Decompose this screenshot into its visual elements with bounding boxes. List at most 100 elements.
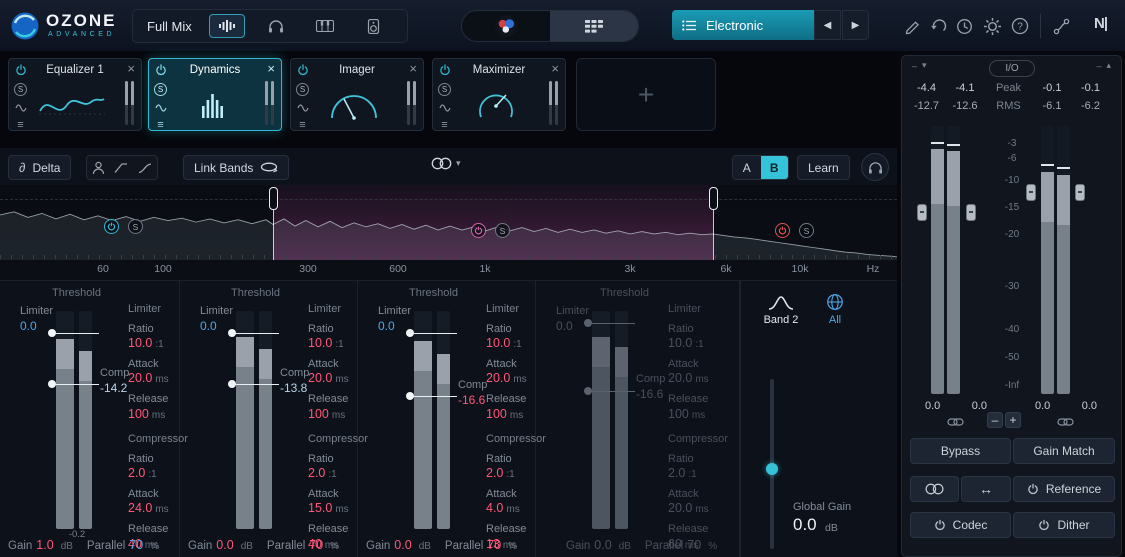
band4-solo-icon[interactable]: S	[799, 223, 814, 238]
ab-compare-b[interactable]: B	[760, 156, 788, 179]
preset-next-button[interactable]: ▶	[842, 10, 869, 40]
band-gain-value[interactable]: 0.0	[394, 538, 411, 552]
compressor-threshold-handle[interactable]	[406, 392, 457, 400]
zoom-in-button[interactable]: +	[1005, 412, 1021, 428]
comp-threshold-value[interactable]: -16.6	[636, 387, 665, 402]
input-link-icon[interactable]	[947, 417, 964, 427]
band-gain-value[interactable]: 0.0	[216, 538, 233, 552]
signal-flow-button[interactable]	[1050, 15, 1072, 37]
compressor-attack-value[interactable]: 24.0 ms	[128, 501, 188, 516]
module-card-equalizer[interactable]: Equalizer 1 × S ≡	[8, 58, 142, 131]
module-close-icon[interactable]: ×	[127, 62, 135, 75]
module-close-icon[interactable]: ×	[551, 62, 559, 75]
output-gain-handle-right[interactable]	[1075, 184, 1085, 201]
channel-swap-button[interactable]: ↔	[961, 476, 1011, 502]
band4-power-icon[interactable]	[775, 223, 790, 238]
history-button[interactable]	[953, 15, 975, 37]
zoom-out-button[interactable]: –	[987, 412, 1003, 428]
module-preset-icon[interactable]: ≡	[299, 120, 305, 131]
io-collapse-left[interactable]: – ▾	[912, 60, 927, 71]
band-select-button[interactable]: Band 2	[755, 293, 807, 326]
module-solo-button[interactable]: S	[438, 83, 451, 96]
io-collapse-right[interactable]: – ▴	[1096, 60, 1111, 71]
all-bands-button[interactable]: All	[815, 293, 855, 326]
preset-prev-button[interactable]: ◀	[814, 10, 841, 40]
output-gain-handle-left[interactable]	[1026, 184, 1036, 201]
dither-button[interactable]: Dither	[1013, 512, 1115, 538]
spectrum-analyzer[interactable]: S S S 60 100 300 600 1k 3k 6k 10k Hz	[0, 185, 897, 280]
compressor-threshold-handle[interactable]	[584, 387, 635, 395]
band-meter[interactable]	[228, 311, 279, 529]
compressor-threshold-handle[interactable]	[228, 380, 279, 388]
global-gain-value[interactable]: 0.0	[793, 515, 817, 535]
comp-threshold-value[interactable]: -13.8	[280, 381, 309, 396]
limiter-release-value[interactable]: 100 ms	[128, 407, 188, 422]
module-close-icon[interactable]: ×	[409, 62, 417, 75]
monitor-reference-button[interactable]	[356, 14, 392, 38]
slope-linear-icon[interactable]	[114, 161, 128, 174]
io-toggle[interactable]: I/O	[989, 60, 1035, 77]
limiter-threshold-handle[interactable]	[406, 329, 457, 337]
output-gain-left[interactable]: 0.0	[1035, 400, 1050, 412]
limiter-ratio-value[interactable]: 10.0:1	[128, 336, 188, 351]
module-preset-icon[interactable]: ≡	[17, 120, 23, 131]
delta-button[interactable]: ∂ Delta	[8, 155, 72, 180]
compressor-attack-value[interactable]: 20.0 ms	[668, 501, 728, 516]
headphones-monitor-button[interactable]	[258, 14, 294, 38]
input-gain-handle-right[interactable]	[966, 204, 976, 221]
input-gain-handle-left[interactable]	[917, 204, 927, 221]
learn-button[interactable]: Learn	[797, 155, 850, 180]
crossover-handle-2[interactable]	[709, 187, 718, 260]
limiter-ratio-value[interactable]: 10.0:1	[668, 336, 728, 351]
compressor-ratio-value[interactable]: 2.0:1	[668, 466, 728, 481]
settings-button[interactable]	[981, 15, 1003, 37]
source-select[interactable]: Full Mix	[147, 19, 192, 34]
module-close-icon[interactable]: ×	[267, 62, 275, 75]
band-meter[interactable]	[584, 311, 635, 529]
peak-label[interactable]: Peak	[984, 82, 1033, 94]
band-gain-value[interactable]: 1.0	[36, 538, 53, 552]
output-link-icon[interactable]	[1057, 417, 1074, 427]
gain-match-button[interactable]: Gain Match	[1013, 438, 1115, 464]
rms-label[interactable]: RMS	[984, 100, 1033, 112]
output-gain-right[interactable]: 0.0	[1082, 400, 1097, 412]
parallel-value[interactable]: 70	[487, 538, 501, 552]
add-module-slot[interactable]: +	[576, 58, 716, 131]
visual-view-button[interactable]	[462, 11, 550, 41]
limiter-threshold-handle[interactable]	[228, 329, 279, 337]
comp-threshold-value[interactable]: -14.2	[100, 381, 129, 396]
waveform-view-button[interactable]	[208, 14, 245, 38]
detection-filter-icon[interactable]	[92, 161, 105, 175]
limiter-release-value[interactable]: 100 ms	[668, 407, 728, 422]
module-preset-icon[interactable]: ≡	[157, 120, 163, 131]
global-gain-handle[interactable]	[766, 463, 778, 475]
parallel-value[interactable]: 70	[687, 538, 701, 552]
limiter-threshold-handle[interactable]	[584, 319, 635, 327]
module-preset-icon[interactable]: ≡	[441, 120, 447, 131]
limiter-attack-value[interactable]: 20.0 ms	[128, 371, 188, 386]
band-meter[interactable]	[48, 311, 99, 529]
limiter-threshold-handle[interactable]	[48, 329, 99, 337]
ab-compare-a[interactable]: A	[733, 156, 761, 179]
slope-curve-icon[interactable]	[138, 161, 152, 174]
crossover-handle-1[interactable]	[269, 187, 278, 260]
link-bands-button[interactable]: Link Bands	[183, 155, 290, 180]
list-view-button[interactable]	[550, 11, 638, 41]
preset-selector[interactable]: Electronic	[672, 10, 814, 40]
parallel-value[interactable]: 70	[309, 538, 323, 552]
edit-pencil-button[interactable]	[901, 15, 923, 37]
codec-button[interactable]: Codec	[910, 512, 1011, 538]
undo-button[interactable]	[927, 15, 949, 37]
module-card-imager[interactable]: Imager × S ≡	[290, 58, 424, 131]
band1-solo-icon[interactable]: S	[128, 219, 143, 234]
parallel-value[interactable]: 70	[129, 538, 143, 552]
audition-headphones-button[interactable]	[861, 153, 889, 181]
module-card-maximizer[interactable]: Maximizer × S ≡	[432, 58, 566, 131]
module-solo-button[interactable]: S	[296, 83, 309, 96]
module-solo-button[interactable]: S	[154, 83, 167, 96]
band2-solo-icon[interactable]: S	[495, 223, 510, 238]
compressor-ratio-value[interactable]: 2.0:1	[128, 466, 188, 481]
global-gain-slider[interactable]	[766, 379, 778, 549]
limiter-attack-value[interactable]: 20.0 ms	[668, 371, 728, 386]
band2-power-icon[interactable]	[471, 223, 486, 238]
